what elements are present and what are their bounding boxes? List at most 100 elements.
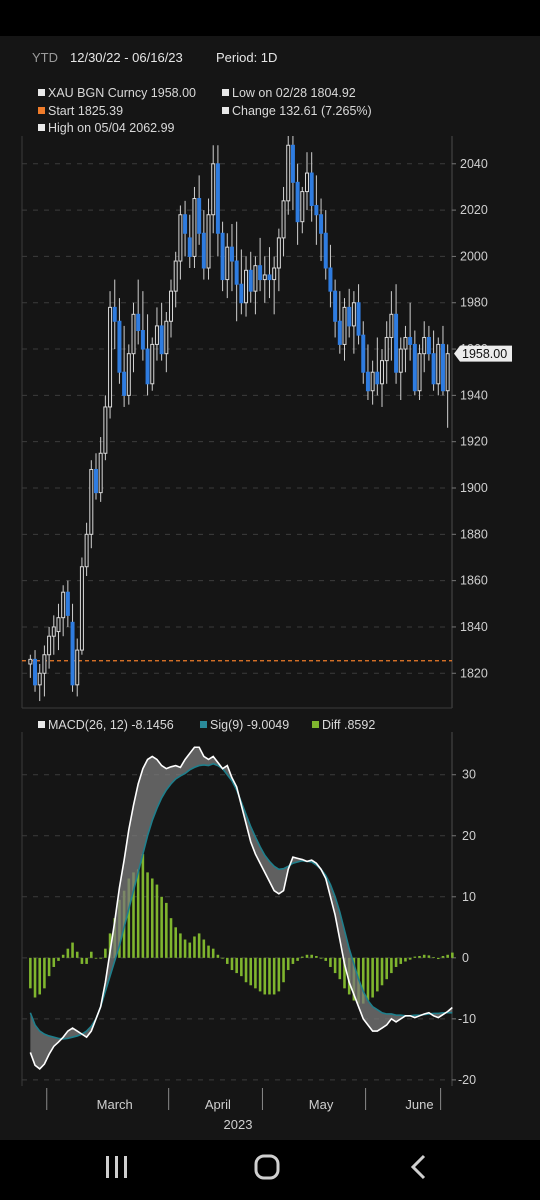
candle-body	[258, 265, 263, 281]
candle-body	[290, 144, 295, 183]
candle-body	[426, 336, 431, 355]
diff-bar	[277, 957, 281, 992]
diff-bar	[422, 954, 426, 958]
diff-bar	[282, 957, 285, 983]
candle-body	[28, 658, 33, 665]
recent-apps-icon	[124, 1156, 127, 1178]
candle-body	[375, 371, 380, 385]
month-label: March	[97, 1097, 133, 1112]
candle-body	[394, 313, 399, 373]
candle-body	[403, 336, 408, 350]
home-icon	[254, 1154, 280, 1180]
diff-bar	[66, 948, 70, 958]
candle-body	[42, 654, 47, 674]
diff-bar	[244, 957, 248, 983]
candle-body	[183, 214, 188, 234]
legend-text: MACD(26, 12) -8.1456	[48, 718, 174, 732]
candle-body	[286, 144, 291, 202]
last-price-label: 1958.00	[462, 347, 507, 361]
macd-legend-signal: Sig(9) -9.0049	[200, 718, 289, 732]
diff-bar	[446, 954, 449, 958]
candle-body	[164, 320, 169, 355]
macd-legend-macd: MACD(26, 12) -8.1456	[38, 718, 174, 732]
diff-bar	[146, 872, 149, 958]
candle-body	[33, 658, 38, 686]
price-tick-label: 1940	[460, 388, 488, 402]
diff-bar	[29, 957, 32, 989]
candle-body	[347, 306, 352, 327]
candle-body	[422, 336, 427, 355]
navigation-bar	[0, 1140, 540, 1200]
candle-body	[323, 232, 328, 269]
diff-bar	[165, 902, 168, 958]
candle-body	[272, 267, 277, 281]
diff-bar	[75, 951, 79, 958]
diff-bar	[174, 927, 177, 958]
diff-bar	[57, 957, 60, 961]
diff-bar	[188, 942, 192, 958]
diff-bar	[207, 945, 210, 958]
diff-bar	[71, 942, 74, 958]
diff-bar	[240, 957, 243, 977]
status-bar	[0, 0, 540, 36]
price-tick-label: 2020	[460, 203, 488, 217]
candle-body	[244, 269, 249, 304]
candle-body	[112, 306, 117, 322]
recent-apps-icon	[115, 1156, 118, 1178]
candle-body	[253, 265, 258, 292]
price-tick-label: 2040	[460, 157, 488, 171]
diff-bar	[249, 957, 253, 986]
candle-body	[65, 591, 70, 616]
diff-bar	[221, 957, 224, 959]
candle-body	[408, 336, 413, 345]
candle-body	[351, 302, 356, 327]
diff-bar	[150, 878, 154, 958]
candle-body	[380, 360, 385, 385]
diff-bar	[366, 957, 370, 1001]
candle-body	[220, 232, 225, 281]
home-button[interactable]	[254, 1154, 280, 1180]
price-tick-label: 1840	[460, 620, 488, 634]
macd-tick-label: -10	[458, 1012, 476, 1026]
diff-bar	[94, 957, 98, 959]
recent-apps-icon	[106, 1156, 109, 1178]
diff-bar	[404, 957, 407, 962]
candle-body	[93, 468, 98, 494]
diff-bar	[301, 956, 304, 958]
candle-body	[445, 353, 450, 392]
price-tick-label: 1860	[460, 574, 488, 588]
candle-body	[215, 163, 220, 234]
price-panel: 1820184018601880190019201940196019802000…	[21, 136, 512, 709]
diff-bar	[193, 936, 196, 958]
candle-body	[89, 468, 94, 535]
macd-panel: -20 -10 0 10 20 30	[21, 732, 476, 1087]
diff-bar	[216, 954, 220, 958]
diff-bar	[99, 957, 102, 959]
back-button[interactable]	[410, 1154, 426, 1180]
diff-bar	[183, 939, 187, 958]
diff-bar	[376, 957, 379, 992]
diff-bar	[47, 957, 51, 977]
diff-bar	[451, 952, 454, 958]
price-tick-label: 1920	[460, 435, 488, 449]
diff-bar	[380, 957, 384, 986]
candle-body	[281, 200, 286, 239]
candle-body	[276, 237, 281, 269]
price-chart[interactable]: 1820184018601880190019201940196019802000…	[0, 36, 540, 1140]
candle-body	[248, 269, 253, 292]
macd-tick-label: 0	[462, 951, 469, 965]
candle-body	[61, 591, 66, 619]
candle-body	[319, 214, 324, 234]
legend-text: Diff .8592	[322, 718, 376, 732]
candle-body	[328, 267, 333, 292]
legend-text: Sig(9) -9.0049	[210, 718, 290, 732]
candle-body	[412, 343, 417, 392]
legend-swatch	[312, 721, 319, 728]
candle-body	[140, 330, 145, 350]
diff-bar	[329, 957, 332, 967]
diff-bar	[90, 951, 93, 958]
candle-body	[51, 626, 56, 637]
candle-body	[117, 320, 122, 373]
price-tick-label: 1900	[460, 481, 488, 495]
recent-apps-button[interactable]	[106, 1156, 127, 1178]
